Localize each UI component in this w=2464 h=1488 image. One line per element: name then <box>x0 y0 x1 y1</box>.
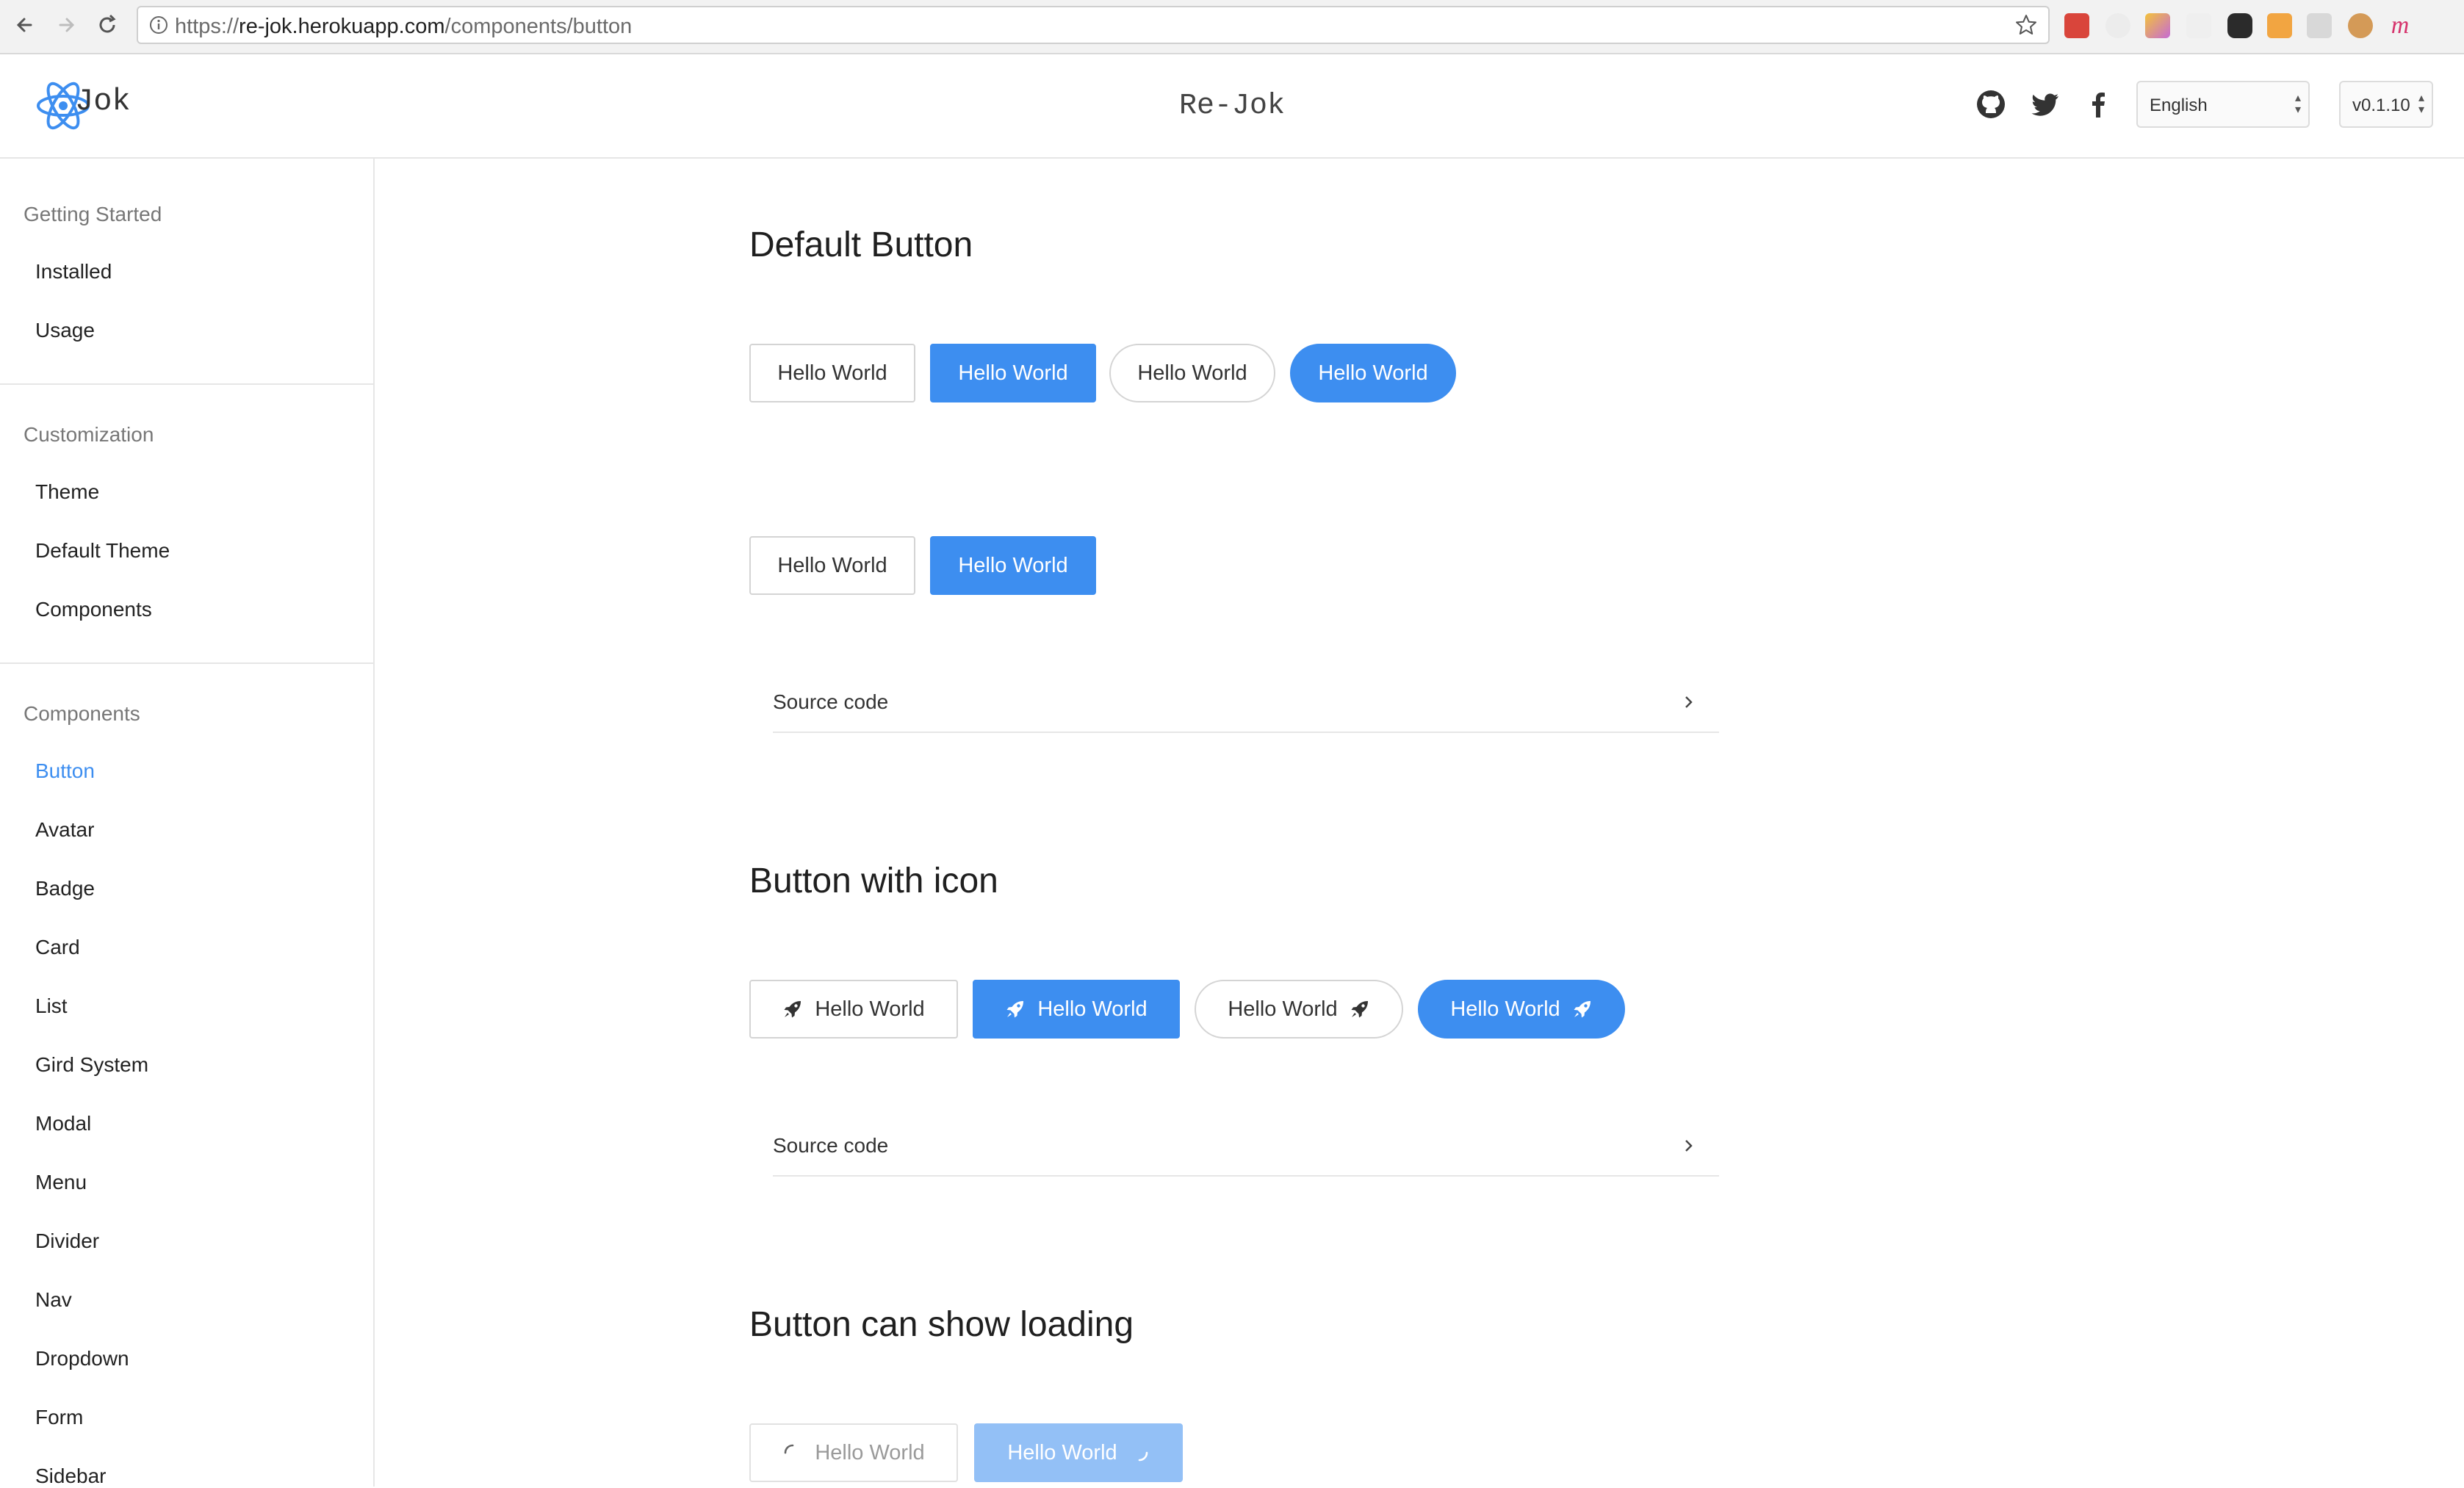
rocket-icon <box>784 1001 801 1018</box>
sidebar-item-installed[interactable]: Installed <box>35 260 112 283</box>
back-arrow-icon[interactable] <box>10 10 40 40</box>
button-label: Hello World <box>1450 997 1560 1021</box>
info-icon[interactable] <box>148 15 169 35</box>
source-code-toggle[interactable]: Source code <box>773 674 1719 733</box>
rocket-icon <box>1351 1001 1368 1018</box>
sidebar-item-nav[interactable]: Nav <box>35 1288 72 1312</box>
sidebar-item-sidebar[interactable]: Sidebar <box>35 1464 107 1488</box>
extension-icon[interactable] <box>2307 13 2332 38</box>
button-label: Hello World <box>815 1440 925 1464</box>
section-title-default-button: Default Button <box>749 225 973 264</box>
forward-arrow-icon[interactable] <box>51 10 81 40</box>
language-select[interactable]: English ▴ ▾ <box>2136 81 2310 128</box>
url-scheme: https:// <box>175 15 239 38</box>
sidebar-item-dropdown[interactable]: Dropdown <box>35 1347 129 1370</box>
button-label: Hello World <box>815 997 925 1021</box>
rocket-icon <box>1574 1001 1591 1018</box>
extension-icon[interactable] <box>2064 13 2089 38</box>
sidebar-item-divider[interactable]: Divider <box>35 1229 99 1253</box>
sidebar-item-theme[interactable]: Theme <box>35 480 99 504</box>
address-bar[interactable]: https://re-jok.herokuapp.com/components/… <box>137 6 2050 44</box>
default-button[interactable]: Hello World <box>749 536 915 595</box>
sidebar-item-list[interactable]: List <box>35 994 68 1018</box>
button-label: Hello World <box>1037 997 1148 1021</box>
twitter-icon[interactable] <box>2028 87 2063 122</box>
sidebar-item-form[interactable]: Form <box>35 1406 83 1429</box>
url-text[interactable]: https://re-jok.herokuapp.com/components/… <box>175 15 632 39</box>
chevron-right-icon <box>1685 696 1693 708</box>
icon-rounded-primary-button[interactable]: Hello World <box>1418 980 1625 1039</box>
sidebar-item-button[interactable]: Button <box>35 759 95 783</box>
rocket-icon <box>1006 1001 1024 1018</box>
sidebar-section-getting-started: Getting Started <box>24 203 162 225</box>
browser-toolbar: https://re-jok.herokuapp.com/components/… <box>0 0 2464 54</box>
button-label: Hello World <box>958 361 1068 385</box>
spinner-icon <box>785 1444 794 1454</box>
button-label: Hello World <box>777 553 887 577</box>
icon-rounded-button[interactable]: Hello World <box>1195 980 1403 1039</box>
rounded-primary-button[interactable]: Hello World <box>1290 344 1456 402</box>
button-label: Hello World <box>1318 361 1428 385</box>
extension-icon[interactable]: m <box>2388 12 2413 39</box>
section-title-button-with-icon: Button with icon <box>749 862 998 900</box>
url-host: re-jok.herokuapp.com <box>239 15 445 38</box>
cookie-icon[interactable] <box>2348 13 2373 38</box>
metamask-fox-icon[interactable] <box>2267 13 2292 38</box>
sidebar-item-modal[interactable]: Modal <box>35 1112 91 1135</box>
bookmark-star-icon[interactable] <box>2014 13 2038 37</box>
extension-icon[interactable] <box>2145 13 2170 38</box>
url-path: /components/button <box>444 15 633 38</box>
button-label: Hello World <box>1228 997 1338 1021</box>
sidebar-item-card[interactable]: Card <box>35 936 80 959</box>
site-header: Jok Re-Jok English ▴ ▾ v0.1.10 ▴ ▾ <box>0 54 2464 159</box>
section-title-button-loading: Button can show loading <box>749 1305 1134 1344</box>
sidebar-item-menu[interactable]: Menu <box>35 1171 87 1194</box>
icon-button[interactable]: Hello World <box>749 980 958 1039</box>
sidebar-item-avatar[interactable]: Avatar <box>35 818 94 842</box>
button-label: Hello World <box>1007 1440 1117 1464</box>
extension-icon[interactable] <box>2105 13 2130 38</box>
rounded-button[interactable]: Hello World <box>1109 344 1275 402</box>
version-value: v0.1.10 <box>2352 95 2410 115</box>
extension-icon[interactable] <box>2186 13 2211 38</box>
button-label: Hello World <box>777 361 887 385</box>
select-arrows-icon: ▴ ▾ <box>2294 92 2301 116</box>
primary-button[interactable]: Hello World <box>930 344 1096 402</box>
reload-icon[interactable] <box>93 10 122 40</box>
sidebar-divider <box>0 383 373 385</box>
sidebar-item-badge[interactable]: Badge <box>35 877 95 900</box>
default-button[interactable]: Hello World <box>749 344 915 402</box>
button-label: Hello World <box>1137 361 1247 385</box>
version-select[interactable]: v0.1.10 ▴ ▾ <box>2339 81 2433 128</box>
source-code-label: Source code <box>773 690 889 713</box>
spinner-icon <box>1138 1451 1148 1462</box>
sidebar-item-components[interactable]: Components <box>35 598 152 621</box>
sidebar-section-customization: Customization <box>24 423 154 446</box>
sidebar-section-components: Components <box>24 702 140 725</box>
extension-icon[interactable] <box>2227 13 2252 38</box>
sidebar-item-grid-system[interactable]: Gird System <box>35 1053 148 1077</box>
chevron-right-icon <box>1685 1140 1693 1152</box>
facebook-icon[interactable] <box>2081 87 2116 122</box>
loading-primary-button[interactable]: Hello World <box>974 1423 1183 1482</box>
primary-button[interactable]: Hello World <box>930 536 1096 595</box>
github-icon[interactable] <box>1973 87 2009 122</box>
loading-button[interactable]: Hello World <box>749 1423 958 1482</box>
language-value: English <box>2150 95 2208 115</box>
sidebar-item-usage[interactable]: Usage <box>35 319 95 342</box>
source-code-toggle[interactable]: Source code <box>773 1118 1719 1177</box>
icon-primary-button[interactable]: Hello World <box>973 980 1180 1039</box>
sidebar-divider <box>0 662 373 664</box>
sidebar-item-default-theme[interactable]: Default Theme <box>35 539 170 563</box>
sidebar: Getting Started Installed Usage Customiz… <box>0 159 375 1487</box>
source-code-label: Source code <box>773 1134 889 1157</box>
button-label: Hello World <box>958 553 1068 577</box>
select-arrows-icon: ▴ ▾ <box>2418 92 2424 116</box>
